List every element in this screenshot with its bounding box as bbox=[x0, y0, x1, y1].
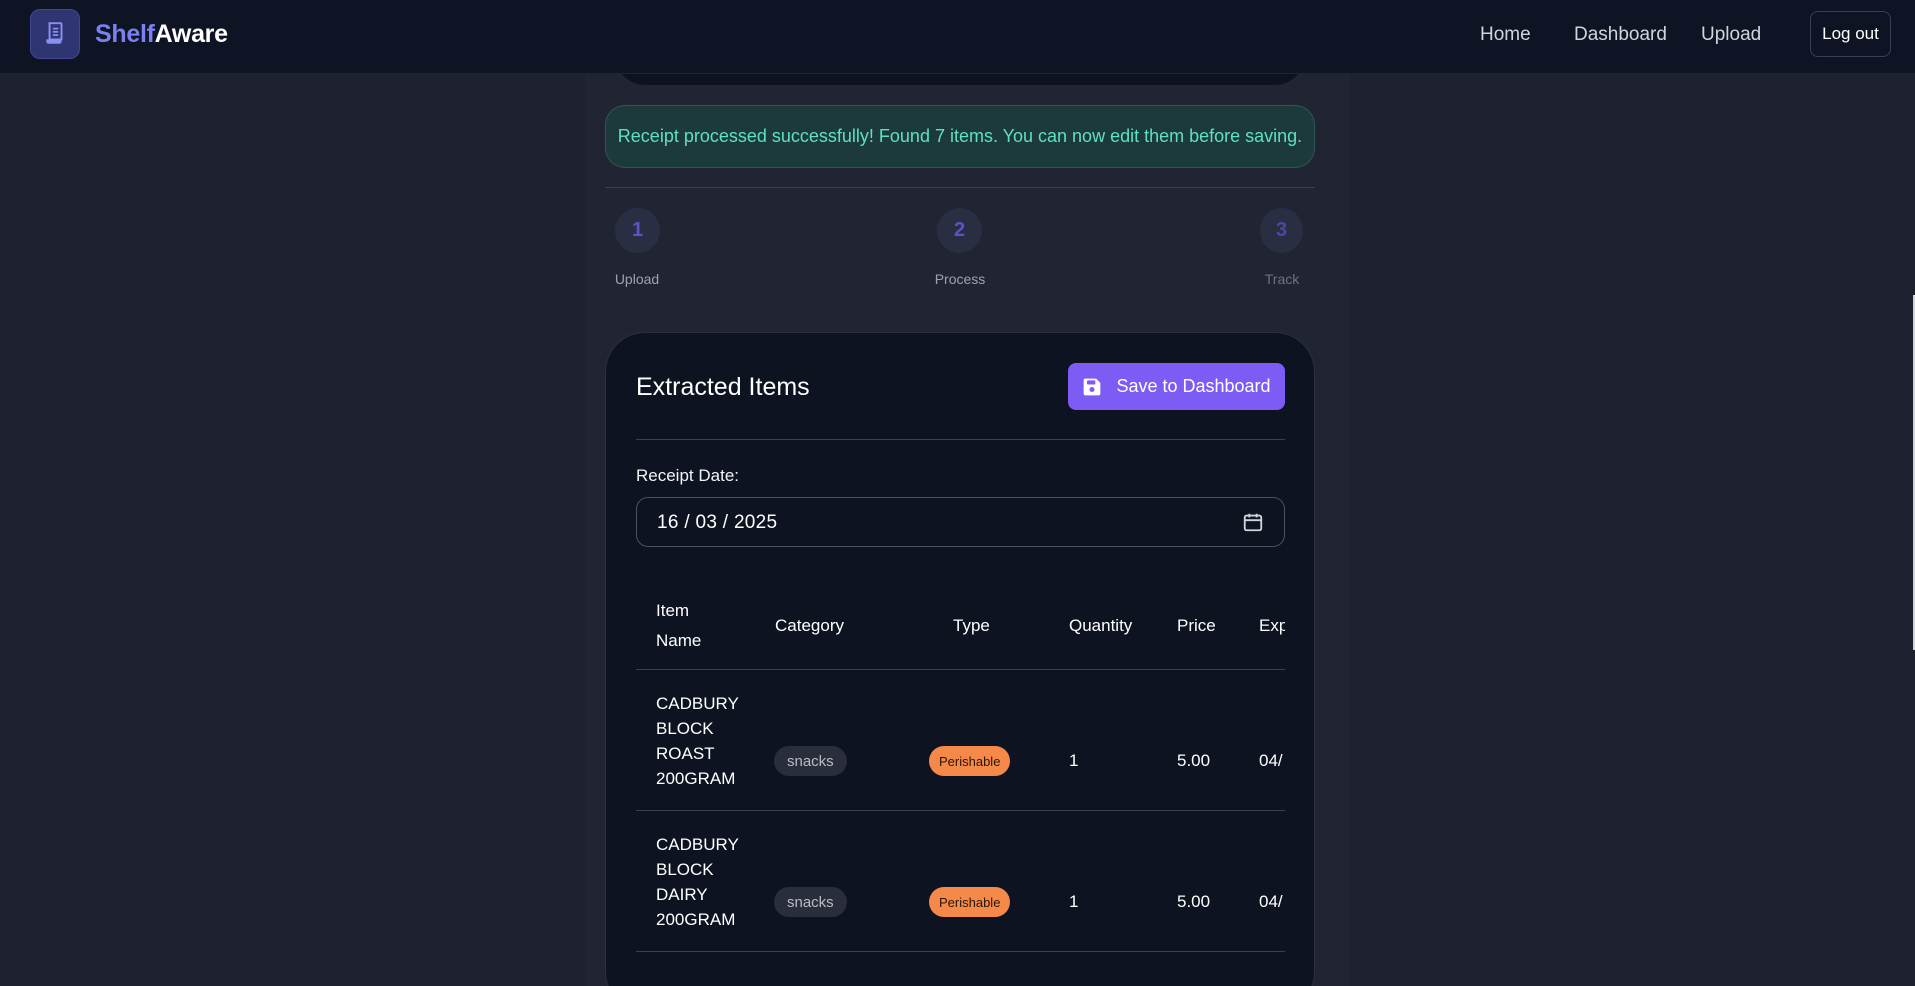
header-price: Price bbox=[1177, 616, 1216, 635]
row-1-item-name[interactable]: CADBURY BLOCK ROAST 200GRAM bbox=[656, 691, 746, 791]
receipt-icon bbox=[46, 22, 63, 44]
row-divider bbox=[636, 810, 1285, 811]
brand-part-aware: Aware bbox=[154, 20, 228, 48]
items-table[interactable]: Item Name Category Type Quantity Price E… bbox=[636, 581, 1285, 986]
header-type: Type bbox=[953, 616, 990, 635]
row-1-name-line: ROAST bbox=[656, 744, 715, 763]
row-1-type-badge[interactable]: Perishable bbox=[929, 746, 1011, 776]
card-title: Extracted Items bbox=[636, 373, 810, 401]
nav-home-link[interactable]: Home bbox=[1480, 24, 1531, 46]
header-item-name-line2: Name bbox=[656, 631, 702, 650]
brand-name[interactable]: ShelfAware bbox=[95, 20, 228, 49]
row-2-type-badge[interactable]: Perishable bbox=[929, 887, 1011, 917]
row-1-quantity[interactable]: 1 bbox=[1069, 751, 1078, 771]
header-quantity: Quantity bbox=[1069, 616, 1133, 635]
row-1-name-line: BLOCK bbox=[656, 719, 714, 738]
step-2-circle: 2 bbox=[937, 208, 982, 253]
header-item-name-line1: Item bbox=[656, 601, 690, 620]
row-2-name-line: BLOCK bbox=[656, 860, 714, 879]
step-3-circle: 3 bbox=[1260, 208, 1303, 253]
row-2-item-name[interactable]: CADBURY BLOCK DAIRY 200GRAM bbox=[656, 832, 746, 932]
header-expiry: Exp bbox=[1259, 616, 1285, 635]
success-alert: Receipt processed successfully! Found 7 … bbox=[605, 105, 1315, 168]
save-to-dashboard-button[interactable]: Save to Dashboard bbox=[1068, 363, 1285, 410]
row-1-expiry[interactable]: 04/ bbox=[1259, 751, 1283, 771]
row-2-price[interactable]: 5.00 bbox=[1177, 892, 1210, 912]
logo-badge[interactable] bbox=[30, 9, 80, 59]
logout-button[interactable]: Log out bbox=[1810, 11, 1891, 57]
row-divider bbox=[636, 951, 1285, 952]
row-2-expiry[interactable]: 04/ bbox=[1259, 892, 1283, 912]
receipt-date-label: Receipt Date: bbox=[636, 466, 739, 485]
receipt-date-input[interactable]: 16 / 03 / 2025 bbox=[636, 497, 1285, 547]
row-divider bbox=[636, 669, 1285, 670]
top-navbar: ShelfAware Home Dashboard Upload Log out bbox=[0, 0, 1915, 74]
success-alert-text: Receipt processed successfully! Found 7 … bbox=[617, 126, 1303, 146]
nav-dashboard-link[interactable]: Dashboard bbox=[1574, 24, 1667, 46]
row-2-name-line: DAIRY bbox=[656, 885, 708, 904]
step-3-label: Track bbox=[1264, 271, 1300, 287]
row-2-name-line: CADBURY bbox=[656, 835, 739, 854]
floppy-disk-icon bbox=[1084, 378, 1101, 395]
brand-part-shelf: Shelf bbox=[95, 20, 155, 48]
calendar-icon[interactable] bbox=[1242, 511, 1264, 533]
step-1-circle: 1 bbox=[615, 208, 660, 253]
row-2-category-chip[interactable]: snacks bbox=[774, 887, 847, 917]
extracted-items-card: Extracted Items Save to Dashboard Receip… bbox=[605, 332, 1315, 986]
header-item-name: Item Name bbox=[656, 596, 701, 656]
row-1-name-line: CADBURY bbox=[656, 694, 739, 713]
step-2-label: Process bbox=[934, 271, 986, 287]
row-2-name-line: 200GRAM bbox=[656, 910, 736, 929]
save-button-label: Save to Dashboard bbox=[1116, 376, 1271, 396]
row-1-price[interactable]: 5.00 bbox=[1177, 751, 1210, 771]
header-category: Category bbox=[775, 616, 844, 635]
step-1-label: Upload bbox=[614, 271, 660, 287]
card-divider bbox=[636, 439, 1285, 440]
row-1-name-line: 200GRAM bbox=[656, 769, 736, 788]
row-2-quantity[interactable]: 1 bbox=[1069, 892, 1078, 912]
nav-upload-link[interactable]: Upload bbox=[1701, 24, 1761, 46]
receipt-date-value: 16 / 03 / 2025 bbox=[657, 512, 778, 533]
row-1-category-chip[interactable]: snacks bbox=[774, 746, 847, 776]
divider bbox=[605, 187, 1315, 188]
